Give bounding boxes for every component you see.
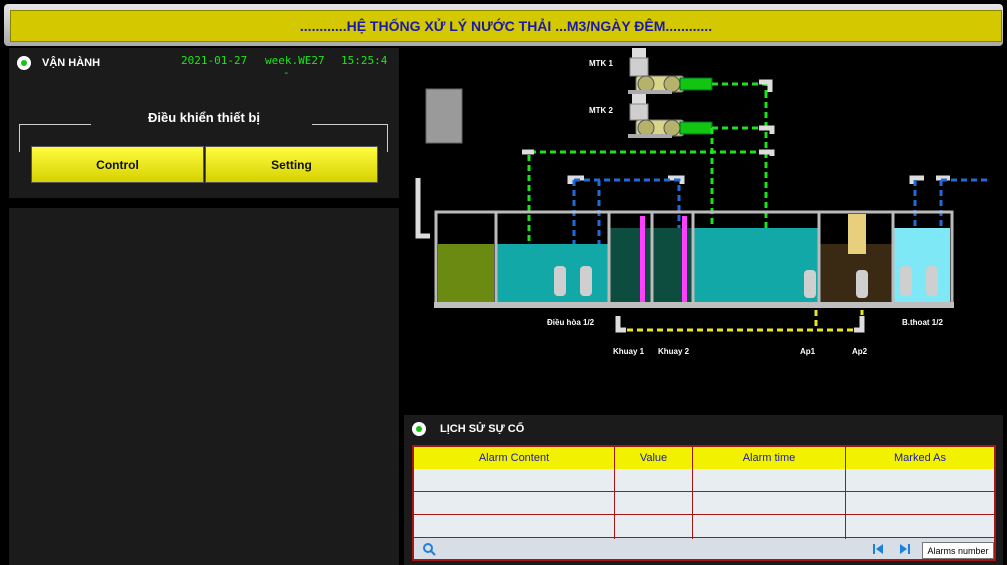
setting-button[interactable]: Setting [205,146,378,183]
table-row[interactable] [414,492,994,515]
label-ap1: Ap1 [800,347,816,356]
table-row[interactable] [414,515,994,538]
label-dieuhoa: Điều hòa 1/2 [547,318,595,327]
label-khuay2: Khuay 2 [658,347,690,356]
label-mtk1: MTK 1 [589,59,614,68]
column-divider [692,447,693,539]
column-divider [845,447,846,539]
date-display: 2021-01-27 [181,54,248,67]
sludge-elbows [615,316,865,333]
first-page-icon[interactable] [872,543,884,555]
column-divider [614,447,615,539]
process-diagram: MTK 1 MTK 2 Điều hòa 1/2 Khuay 1 Khuay 2… [415,48,989,356]
alarm-table-header: Alarm Content Value Alarm time Marked As [414,447,994,470]
time-display: 15:25:4 [341,54,388,67]
table-row[interactable] [414,469,994,492]
status-indicator-icon [17,56,31,70]
time-suffix: - [283,66,290,79]
control-button[interactable]: Control [31,146,204,183]
search-icon[interactable] [422,542,436,556]
blower-mtk1[interactable] [628,48,713,94]
chemical-tank [425,88,463,144]
label-ap2: Ap2 [852,347,868,356]
column-value[interactable]: Value [615,447,692,469]
alarm-table: Alarm Content Value Alarm time Marked As [412,445,996,561]
blower-mtk2[interactable] [628,94,713,138]
week-display: week.WE27 [265,54,325,67]
alarm-table-footer: Alarms number [414,539,994,559]
label-mtk2: MTK 2 [589,106,614,115]
group-border-left-vertical [19,124,20,152]
operation-panel: VẬN HÀNH 2021-01-27 week.WE27 15:25:4 - … [9,48,399,198]
tank-train [434,210,954,308]
column-alarm-content[interactable]: Alarm Content [414,447,614,469]
page-title: ............HỆ THỐNG XỬ LÝ NƯỚC THẢI ...… [10,10,1002,42]
alarm-status-icon [412,422,426,436]
sludge-lines [617,310,864,332]
device-control-title: Điều khiển thiết bị [148,110,260,125]
last-page-icon[interactable] [899,543,911,555]
label-bthoat: B.thoat 1/2 [902,318,943,327]
label-khuay1: Khuay 1 [613,347,645,356]
column-marked-as[interactable]: Marked As [846,447,994,469]
alarm-history-panel: LỊCH SỬ SỰ CỐ Alarm Content Value Alarm … [404,415,1003,565]
column-alarm-time[interactable]: Alarm time [693,447,845,469]
alarms-number-button[interactable]: Alarms number [922,542,994,559]
operation-title: VẬN HÀNH [42,57,101,69]
group-border-right-vertical [387,124,388,152]
alarm-history-title: LỊCH SỬ SỰ CỐ [440,423,525,435]
blank-panel [9,208,399,565]
